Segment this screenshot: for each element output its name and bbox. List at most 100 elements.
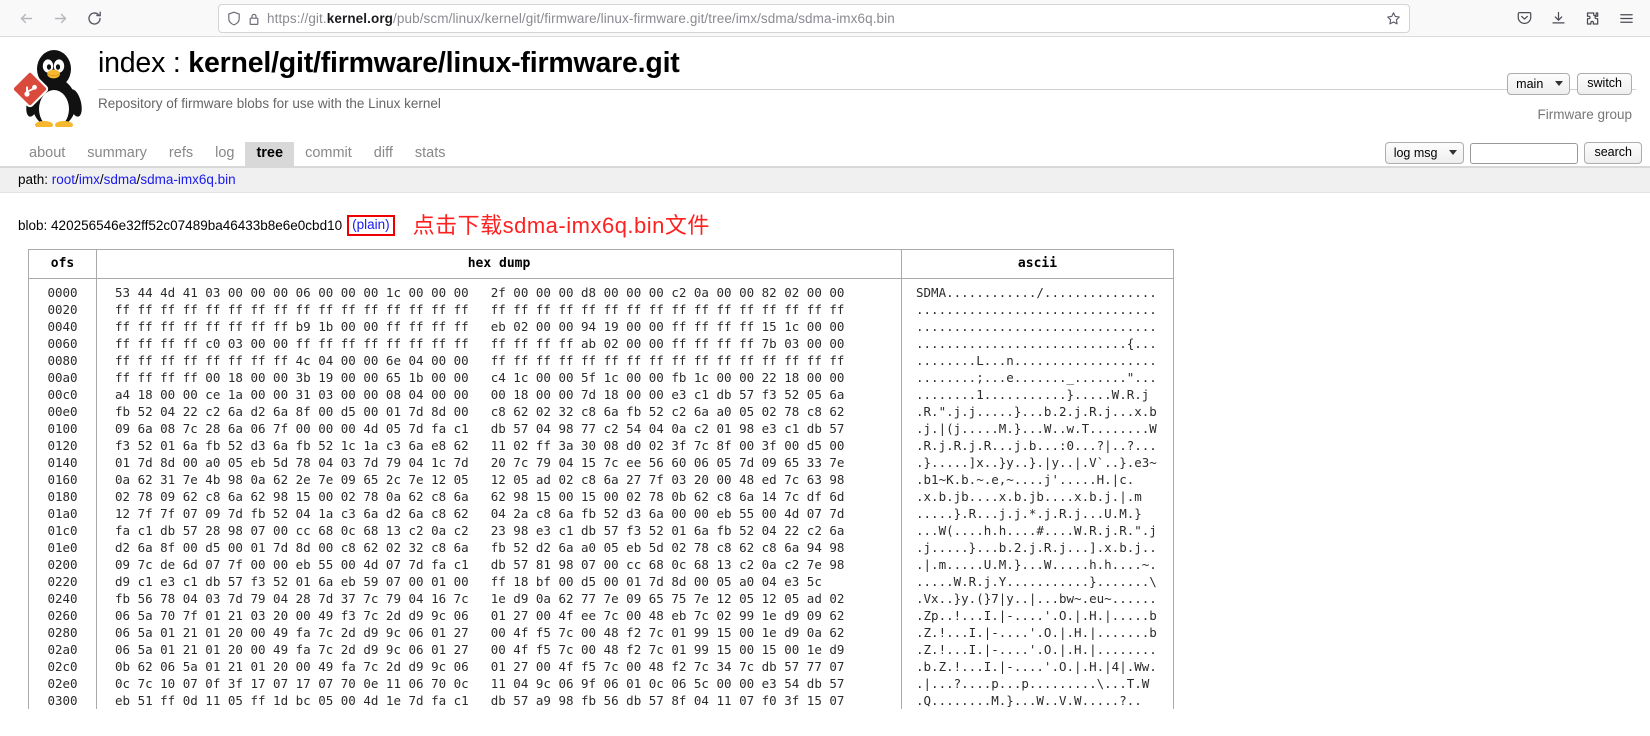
hexdump-bytes: 09 6a 08 7c 28 6a 06 7f 00 00 00 4d 05 7…	[96, 420, 902, 437]
tab-refs[interactable]: refs	[158, 142, 204, 166]
padlock-icon[interactable]	[248, 12, 260, 26]
hexdump-ascii: .Zp..!...I.|-....'.O.|.H.|.....b	[901, 607, 1174, 624]
search-scope-value: log msg	[1393, 145, 1438, 160]
hexdump-row: 0000 53 44 4d 41 03 00 00 00 06 00 00 00 …	[28, 278, 1174, 301]
cgit-page: index : kernel/git/firmware/linux-firmwa…	[0, 37, 1650, 736]
hexdump-bytes: 01 7d 8d 00 a0 05 eb 5d 78 04 03 7d 79 0…	[96, 454, 902, 471]
hexdump-offset: 0060	[28, 335, 97, 352]
branch-controls: main switch	[1507, 73, 1632, 95]
hexdump-ascii: SDMA............/...............	[901, 278, 1174, 301]
hexdump-offset: 0280	[28, 624, 97, 641]
hexdump-row: 0220 d9 c1 e3 c1 db 57 f3 52 01 6a eb 59 …	[28, 573, 1174, 590]
blob-info-line: blob: 420256546e32ff52c07489ba46433b8e6e…	[0, 193, 1650, 244]
switch-button[interactable]: switch	[1577, 73, 1632, 95]
back-button[interactable]	[10, 3, 42, 33]
hexdump-row: 02c0 0b 62 06 5a 01 21 01 20 00 49 fa 7c …	[28, 658, 1174, 675]
hexdump-bytes: 06 5a 01 21 01 20 00 49 fa 7c 2d d9 9c 0…	[96, 641, 902, 658]
tab-diff[interactable]: diff	[363, 142, 404, 166]
hexdump-bytes: ff ff ff ff ff ff ff ff b9 1b 00 00 ff f…	[96, 318, 902, 335]
hexdump-ascii: .b.Z.!...I.|-....'.O.|.H.|4|.Ww.	[901, 658, 1174, 675]
navigation-buttons	[10, 3, 110, 33]
hexdump-ascii: .Z.!...I.|-....'.O.|.H.|........	[901, 641, 1174, 658]
address-bar[interactable]: https://git.kernel.org/pub/scm/linux/ker…	[218, 4, 1410, 33]
reload-button[interactable]	[78, 3, 110, 33]
hexdump-offset: 0160	[28, 471, 97, 488]
app-menu-hamburger-icon[interactable]	[1610, 4, 1642, 33]
breadcrumb-sdma[interactable]: sdma	[104, 172, 137, 187]
path-label: path:	[18, 172, 49, 187]
title-prefix: index :	[98, 47, 189, 79]
hexdump-bytes: d9 c1 e3 c1 db 57 f3 52 01 6a eb 59 07 0…	[96, 573, 902, 590]
hexdump-ascii: ........;...e......._......."...	[901, 369, 1174, 386]
extensions-puzzle-icon[interactable]	[1576, 4, 1608, 33]
search-button[interactable]: search	[1584, 142, 1642, 164]
hexdump-ascii: .b1~K.b.~.e,~....j'.....H.|c.	[901, 471, 1174, 488]
breadcrumb-imx[interactable]: imx	[79, 172, 100, 187]
tux-git-logo-icon[interactable]	[11, 45, 98, 132]
hexdump-offset: 02c0	[28, 658, 97, 675]
hexdump-bytes: 53 44 4d 41 03 00 00 00 06 00 00 00 1c 0…	[96, 278, 902, 301]
title-repo: kernel/git/firmware/linux-firmware.git	[188, 47, 680, 79]
hexdump-offset: 0200	[28, 556, 97, 573]
column-header-ofs: ofs	[28, 249, 97, 279]
hexdump-offset: 0180	[28, 488, 97, 505]
hexdump-offset: 00e0	[28, 403, 97, 420]
branch-select[interactable]: main	[1507, 73, 1571, 95]
search-scope-select[interactable]: log msg	[1384, 142, 1465, 164]
tab-stats[interactable]: stats	[404, 142, 457, 166]
hexdump-offset: 0040	[28, 318, 97, 335]
breadcrumb-file[interactable]: sdma-imx6q.bin	[140, 172, 235, 187]
hexdump-ascii: .x.b.jb....x.b.jb....x.b.j.|.m	[901, 488, 1174, 505]
hexdump-bytes: 02 78 09 62 c8 6a 62 98 15 00 02 78 0a 6…	[96, 488, 902, 505]
hexdump-bytes: f3 52 01 6a fb 52 d3 6a fb 52 1c 1a c3 6…	[96, 437, 902, 454]
hexdump-ascii: .Q........M.}...W..V.W.....?..	[901, 692, 1174, 709]
reload-icon	[86, 10, 103, 27]
tab-log[interactable]: log	[204, 142, 245, 166]
shield-icon[interactable]	[227, 11, 241, 26]
breadcrumb: path: root/imx/sdma/sdma-imx6q.bin	[0, 168, 1650, 193]
hexdump-ascii: .....W.R.j.Y...........}.......\	[901, 573, 1174, 590]
column-header-hexdump: hex dump	[96, 249, 902, 279]
hexdump-ascii: .|...?....p...p.........\...T.W	[901, 675, 1174, 692]
hexdump-header-row: ofs hex dump ascii	[28, 249, 1174, 279]
hexdump-ascii: ...W(....h.h....#....W.R.j.R.".j	[901, 522, 1174, 539]
forward-button[interactable]	[44, 3, 76, 33]
hexdump-row: 0160 0a 62 31 7e 4b 98 0a 62 2e 7e 09 65 …	[28, 471, 1174, 488]
hexdump-row: 0080 ff ff ff ff ff ff ff ff 4c 04 00 00 …	[28, 352, 1174, 369]
hexdump-offset: 0260	[28, 607, 97, 624]
hexdump-offset: 0120	[28, 437, 97, 454]
plain-download-link[interactable]: (plain)	[352, 217, 390, 232]
hexdump-bytes: ff ff ff ff 00 18 00 00 3b 19 00 00 65 1…	[96, 369, 902, 386]
repo-description: Repository of firmware blobs for use wit…	[98, 95, 441, 111]
hexdump-offset: 0020	[28, 301, 97, 318]
breadcrumb-root[interactable]: root	[52, 172, 75, 187]
hexdump-ascii: .j.....}...b.2.j.R.j...].x.b.j..	[901, 539, 1174, 556]
hexdump-bytes: fb 52 04 22 c2 6a d2 6a 8f 00 d5 00 01 7…	[96, 403, 902, 420]
bookmark-star-icon[interactable]	[1386, 11, 1401, 26]
pocket-icon[interactable]	[1508, 4, 1540, 33]
url-path: /pub/scm/linux/kernel/git/firmware/linux…	[393, 11, 895, 26]
tab-tree[interactable]: tree	[245, 142, 295, 166]
hexdump-offset: 0140	[28, 454, 97, 471]
hexdump-offset: 01a0	[28, 505, 97, 522]
branch-select-value: main	[1516, 76, 1544, 91]
hexdump-row: 02a0 06 5a 01 21 01 20 00 49 fa 7c 2d d9 …	[28, 641, 1174, 658]
hexdump-row: 0300 eb 51 ff 0d 11 05 ff 1d bc 05 00 4d …	[28, 692, 1174, 709]
hexdump-bytes: fb 56 78 04 03 7d 79 04 28 7d 37 7c 79 0…	[96, 590, 902, 607]
hexdump-offset: 0240	[28, 590, 97, 607]
search-input[interactable]	[1470, 142, 1579, 164]
hexdump-bytes: 0b 62 06 5a 01 21 01 20 00 49 fa 7c 2d d…	[96, 658, 902, 675]
hexdump-offset: 01e0	[28, 539, 97, 556]
plain-link-highlight-box: (plain)	[347, 215, 395, 236]
hexdump-bytes: 0a 62 31 7e 4b 98 0a 62 2e 7e 09 65 2c 7…	[96, 471, 902, 488]
tab-summary[interactable]: summary	[76, 142, 158, 166]
downloads-icon[interactable]	[1542, 4, 1574, 33]
tab-about[interactable]: about	[18, 142, 76, 166]
tab-commit[interactable]: commit	[294, 142, 363, 166]
chevron-down-icon	[1449, 150, 1458, 155]
toolbar-actions	[1508, 4, 1642, 33]
repo-owner-label: Firmware group	[1537, 107, 1632, 122]
hexdump-offset: 0000	[28, 278, 97, 301]
hexdump-offset: 0100	[28, 420, 97, 437]
column-header-ascii: ascii	[901, 249, 1174, 279]
